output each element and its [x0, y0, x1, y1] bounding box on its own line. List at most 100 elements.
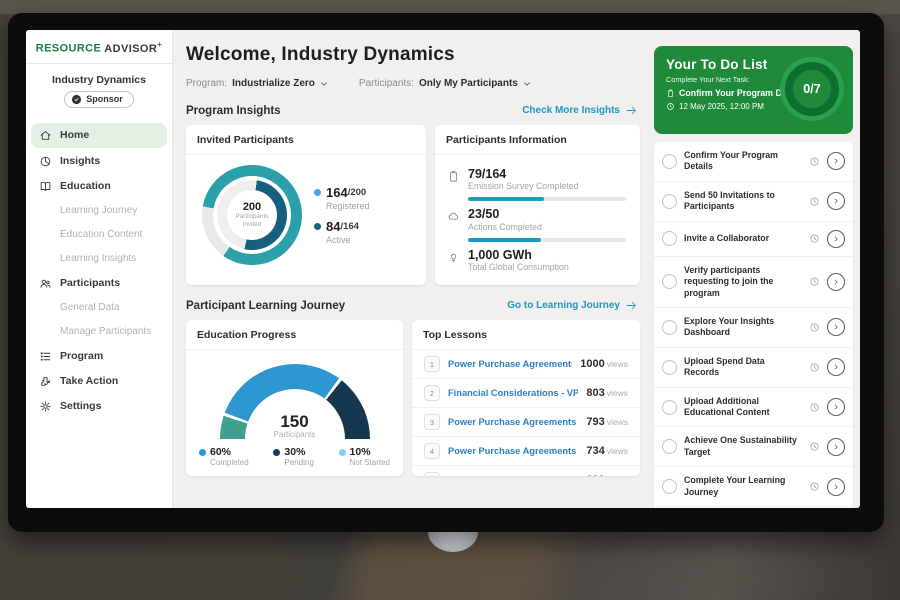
sidebar-item-label: Program	[60, 350, 103, 362]
sidebar-item-insights[interactable]: Insights	[26, 149, 172, 174]
gauge-legend-label: Completed	[210, 458, 249, 467]
info-stat-label: Emission Survey Completed	[468, 181, 579, 191]
check-more-insights-link[interactable]: Check More Insights	[522, 104, 638, 117]
clock-icon	[809, 276, 820, 287]
sidebar-item-general-data[interactable]: General Data	[26, 296, 172, 320]
legend-label: Registered	[326, 201, 370, 211]
logo-resource: RESOURCE	[36, 43, 102, 55]
task-checkbox[interactable]	[662, 479, 677, 494]
task-checkbox[interactable]	[662, 320, 677, 335]
todo-task-row[interactable]: Confirm Your Program Details	[654, 142, 853, 182]
task-chevron-button[interactable]	[827, 478, 845, 496]
sidebar-item-label: Insights	[60, 155, 100, 167]
participants-information-card: Participants Information 79/164Emission …	[435, 125, 640, 285]
arrow-right-icon	[625, 299, 638, 312]
sidebar-item-take-action[interactable]: Take Action	[26, 369, 172, 394]
task-checkbox[interactable]	[662, 360, 677, 375]
clock-icon	[809, 402, 820, 413]
sidebar-item-learning-journey[interactable]: Learning Journey	[26, 199, 172, 223]
sidebar: RESOURCEADVISOR+ Industry Dynamics Spons…	[26, 30, 173, 508]
sidebar-item-manage-participants[interactable]: Manage Participants	[26, 320, 172, 344]
task-checkbox[interactable]	[662, 274, 677, 289]
legend-dot	[273, 449, 280, 456]
sidebar-item-label: Education Content	[60, 229, 142, 240]
sidebar-item-learning-insights[interactable]: Learning Insights	[26, 247, 172, 271]
lesson-views: 793views	[586, 416, 628, 428]
sidebar-item-education[interactable]: Education	[26, 174, 172, 199]
clock-icon	[809, 196, 820, 207]
program-dropdown[interactable]: Program: Industrialize Zero	[186, 78, 329, 89]
background-wall	[0, 0, 900, 14]
task-chevron-button[interactable]	[827, 438, 845, 456]
todo-task-row[interactable]: Send 50 Invitations to Participants	[654, 182, 853, 222]
sidebar-item-program[interactable]: Program	[26, 344, 172, 369]
gear-icon	[39, 400, 52, 413]
sidebar-item-home[interactable]: Home	[31, 123, 167, 148]
info-stat-text: 1,000 GWhTotal Global Consumption	[468, 248, 569, 272]
chevron-right-icon	[832, 403, 840, 411]
todo-task-row[interactable]: Invite a Collaborator	[654, 222, 853, 257]
lesson-link[interactable]: Power Purchase Agreements 102	[448, 446, 578, 456]
collapse-tasks-link[interactable]: Collapse Tasks	[654, 507, 853, 508]
task-checkbox[interactable]	[662, 194, 677, 209]
lesson-link[interactable]: Power Purchase Agreements 103	[448, 475, 578, 476]
task-label: Complete Your Learning Journey	[684, 475, 802, 498]
gauge-legend-item: 60%Completed	[199, 446, 249, 467]
todo-task-row[interactable]: Complete Your Learning Journey	[654, 467, 853, 507]
participants-dropdown[interactable]: Participants: Only My Participants	[359, 78, 532, 89]
task-checkbox[interactable]	[662, 154, 677, 169]
legend-dot	[199, 449, 206, 456]
todo-task-row[interactable]: Upload Additional Educational Content	[654, 388, 853, 428]
task-chevron-button[interactable]	[827, 318, 845, 336]
legend-total: /200	[348, 187, 367, 198]
donut-center-label: Participants Invited	[228, 213, 276, 229]
task-checkbox[interactable]	[662, 231, 677, 246]
donut-legend-row: 84/164	[314, 219, 370, 234]
lesson-views: 600views	[586, 474, 628, 476]
lesson-row: 5 Power Purchase Agreements 103 600views	[412, 466, 640, 476]
logo-plus: +	[157, 40, 162, 49]
task-chevron-button[interactable]	[827, 273, 845, 291]
todo-due-date-label: 12 May 2025, 12:00 PM	[679, 102, 764, 111]
education-progress-title: Education Progress	[186, 320, 403, 350]
program-dropdown-value: Industrialize Zero	[232, 78, 315, 89]
task-chevron-button[interactable]	[827, 152, 845, 170]
sidebar-item-education-content[interactable]: Education Content	[26, 223, 172, 247]
legend-dot	[314, 223, 321, 230]
top-lessons-title: Top Lessons	[412, 320, 640, 350]
task-checkbox[interactable]	[662, 439, 677, 454]
sidebar-nav: Home Insights EducationLearning Journey Edu…	[26, 120, 172, 421]
todo-task-row[interactable]: Verify participants requesting to join t…	[654, 257, 853, 308]
task-checkbox[interactable]	[662, 400, 677, 415]
clock-icon	[809, 322, 820, 333]
chevron-right-icon	[832, 483, 840, 491]
page-title: Welcome, Industry Dynamics	[186, 44, 640, 66]
donut-inner-ring: 200 Participants Invited	[217, 180, 287, 250]
invited-participants-body: 200 Participants Invited 164/200Register…	[186, 155, 426, 271]
todo-task-row[interactable]: Explore Your Insights Dashboard	[654, 308, 853, 348]
gauge-legend-pct: 60%	[210, 446, 231, 458]
lesson-link[interactable]: Financial Considerations - VPPAs	[448, 388, 578, 398]
lesson-link[interactable]: Power Purchase Agreements 101	[448, 359, 572, 369]
todo-task-row[interactable]: Achieve One Sustainability Target	[654, 427, 853, 467]
todo-task-list: Confirm Your Program DetailsSend 50 Invi…	[654, 142, 853, 507]
sidebar-item-label: Settings	[60, 400, 101, 412]
task-chevron-button[interactable]	[827, 192, 845, 210]
legend-total: /164	[340, 221, 359, 232]
sidebar-item-label: General Data	[60, 302, 119, 313]
todo-task-row[interactable]: Upload Spend Data Records	[654, 348, 853, 388]
info-stat-progress-fill	[468, 238, 541, 242]
legend-dot	[339, 449, 346, 456]
lesson-rank: 5	[424, 472, 440, 476]
go-to-learning-journey-link[interactable]: Go to Learning Journey	[507, 299, 638, 312]
task-chevron-button[interactable]	[827, 398, 845, 416]
sidebar-item-settings[interactable]: Settings	[26, 394, 172, 419]
lesson-rank: 3	[424, 414, 440, 430]
task-chevron-button[interactable]	[827, 230, 845, 248]
lesson-link[interactable]: Power Purchase Agreements 101	[448, 417, 578, 427]
sidebar-item-participants[interactable]: Participants	[26, 271, 172, 296]
info-stat-value: 1,000 GWh	[468, 248, 569, 262]
sidebar-program-name: Industry Dynamics	[26, 74, 172, 86]
task-chevron-button[interactable]	[827, 358, 845, 376]
info-stat: 23/50Actions Completed	[447, 207, 628, 231]
